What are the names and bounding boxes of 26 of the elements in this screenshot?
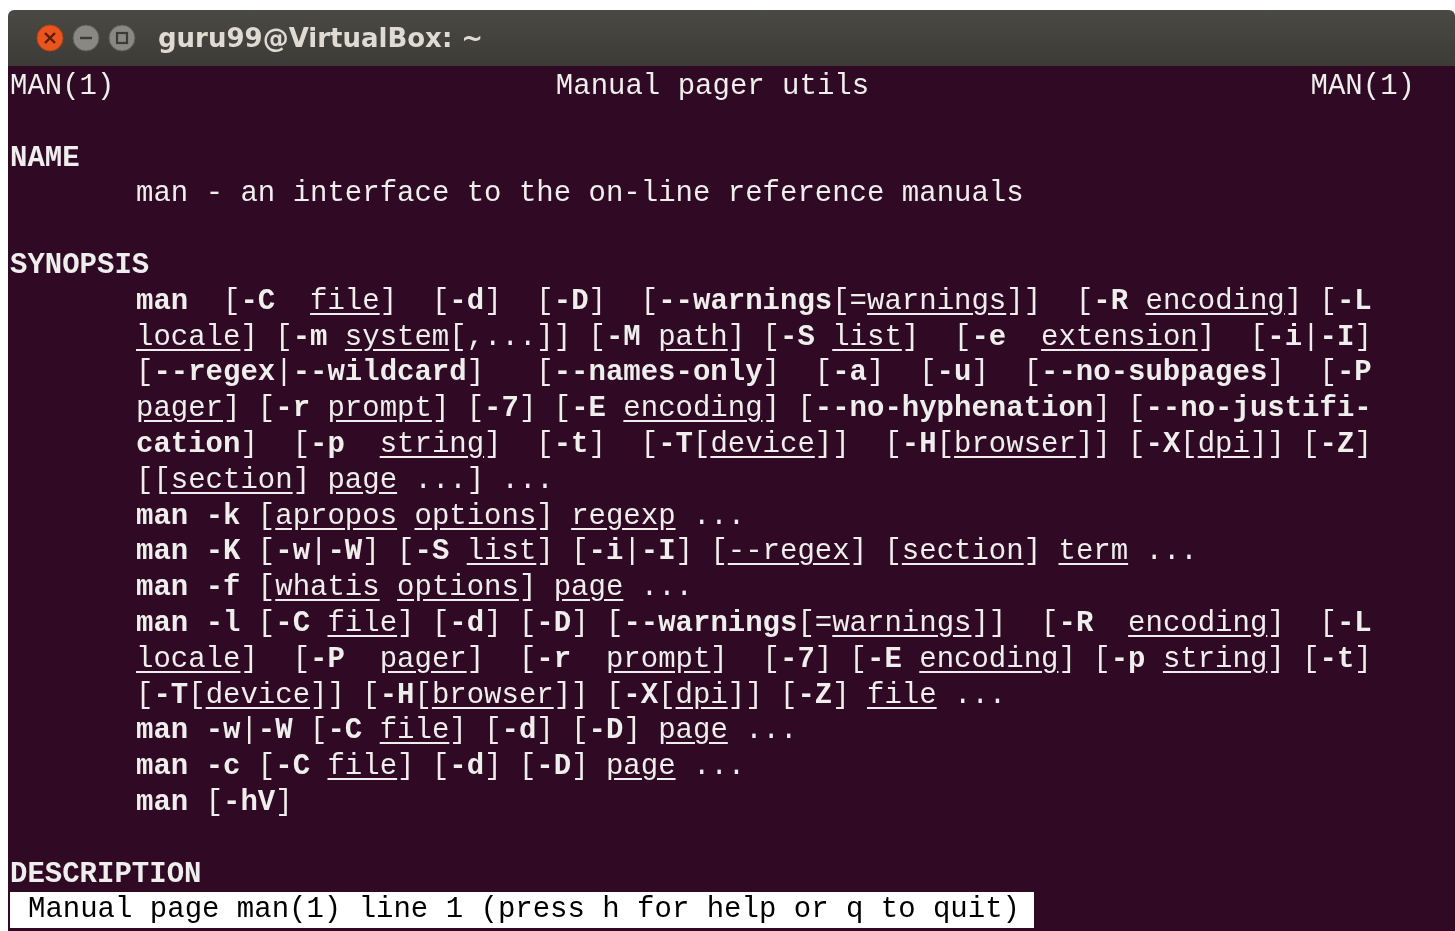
- manual-text-line: man -c [-C file] [-d] [-D] page ...: [136, 750, 746, 784]
- maximize-button[interactable]: [106, 22, 138, 54]
- page-header-text: MAN(1): [1310, 69, 1415, 105]
- manual-text-line: man -K [-w|-W] [-S list] [-i|-I] [--regex] [section] term ...: [136, 535, 1198, 569]
- manual-text-line: [[section] page ...] ...: [136, 463, 554, 497]
- minimize-button[interactable]: [70, 22, 102, 54]
- section-heading: SYNOPSIS: [10, 248, 151, 284]
- manual-text-line: cation] [-p string] [-t] [-T[device]] [-H[browser]] [-X[dpi]] [-Z]: [136, 427, 1372, 461]
- manual-text-line: locale] [-P pager] [-r prompt] [-7] [-E encoding] [-p string] [-t]: [136, 642, 1372, 676]
- close-button[interactable]: [34, 22, 66, 54]
- page-header-text: Manual pager utils: [555, 69, 870, 105]
- manual-text-line: man -k [apropos options] regexp ...: [136, 499, 746, 533]
- manual-text-line: man [-hV]: [136, 785, 293, 819]
- page-header-text: MAN(1): [10, 69, 115, 105]
- manual-text-line: man -w|-W [-C file] [-d] [-D] page ...: [136, 714, 798, 748]
- manual-text-line: [--regex|--wildcard] [--names-only] [-a] [-u] [--no-subpages] [-P: [136, 356, 1372, 390]
- manual-text-line: man -f [whatis options] page ...: [136, 571, 693, 605]
- manual-text-line: locale] [-m system[,...]] [-M path] [-S list] [-e extension] [-i|-I]: [136, 320, 1372, 354]
- manual-text-line: man [-C file] [-d] [-D] [--warnings[=warnings]] [-R encoding] [-L: [136, 284, 1372, 318]
- manual-text-line: man -l [-C file] [-d] [-D] [--warnings[=warnings]] [-R encoding] [-L: [136, 606, 1372, 640]
- section-heading: DESCRIPTION: [10, 856, 203, 893]
- section-heading: NAME: [10, 140, 81, 177]
- manual-text-line: man - an interface to the on-line reference manuals: [136, 177, 1024, 211]
- manual-text-line: [-T[device]] [-H[browser]] [-X[dpi]] [-Z] file ...: [136, 678, 1007, 712]
- manual-text-line: pager] [-r prompt] [-7] [-E encoding] [--no-hyphenation] [--no-justifi-: [136, 392, 1372, 426]
- window-title: guru99@VirtualBox: ~: [158, 21, 484, 55]
